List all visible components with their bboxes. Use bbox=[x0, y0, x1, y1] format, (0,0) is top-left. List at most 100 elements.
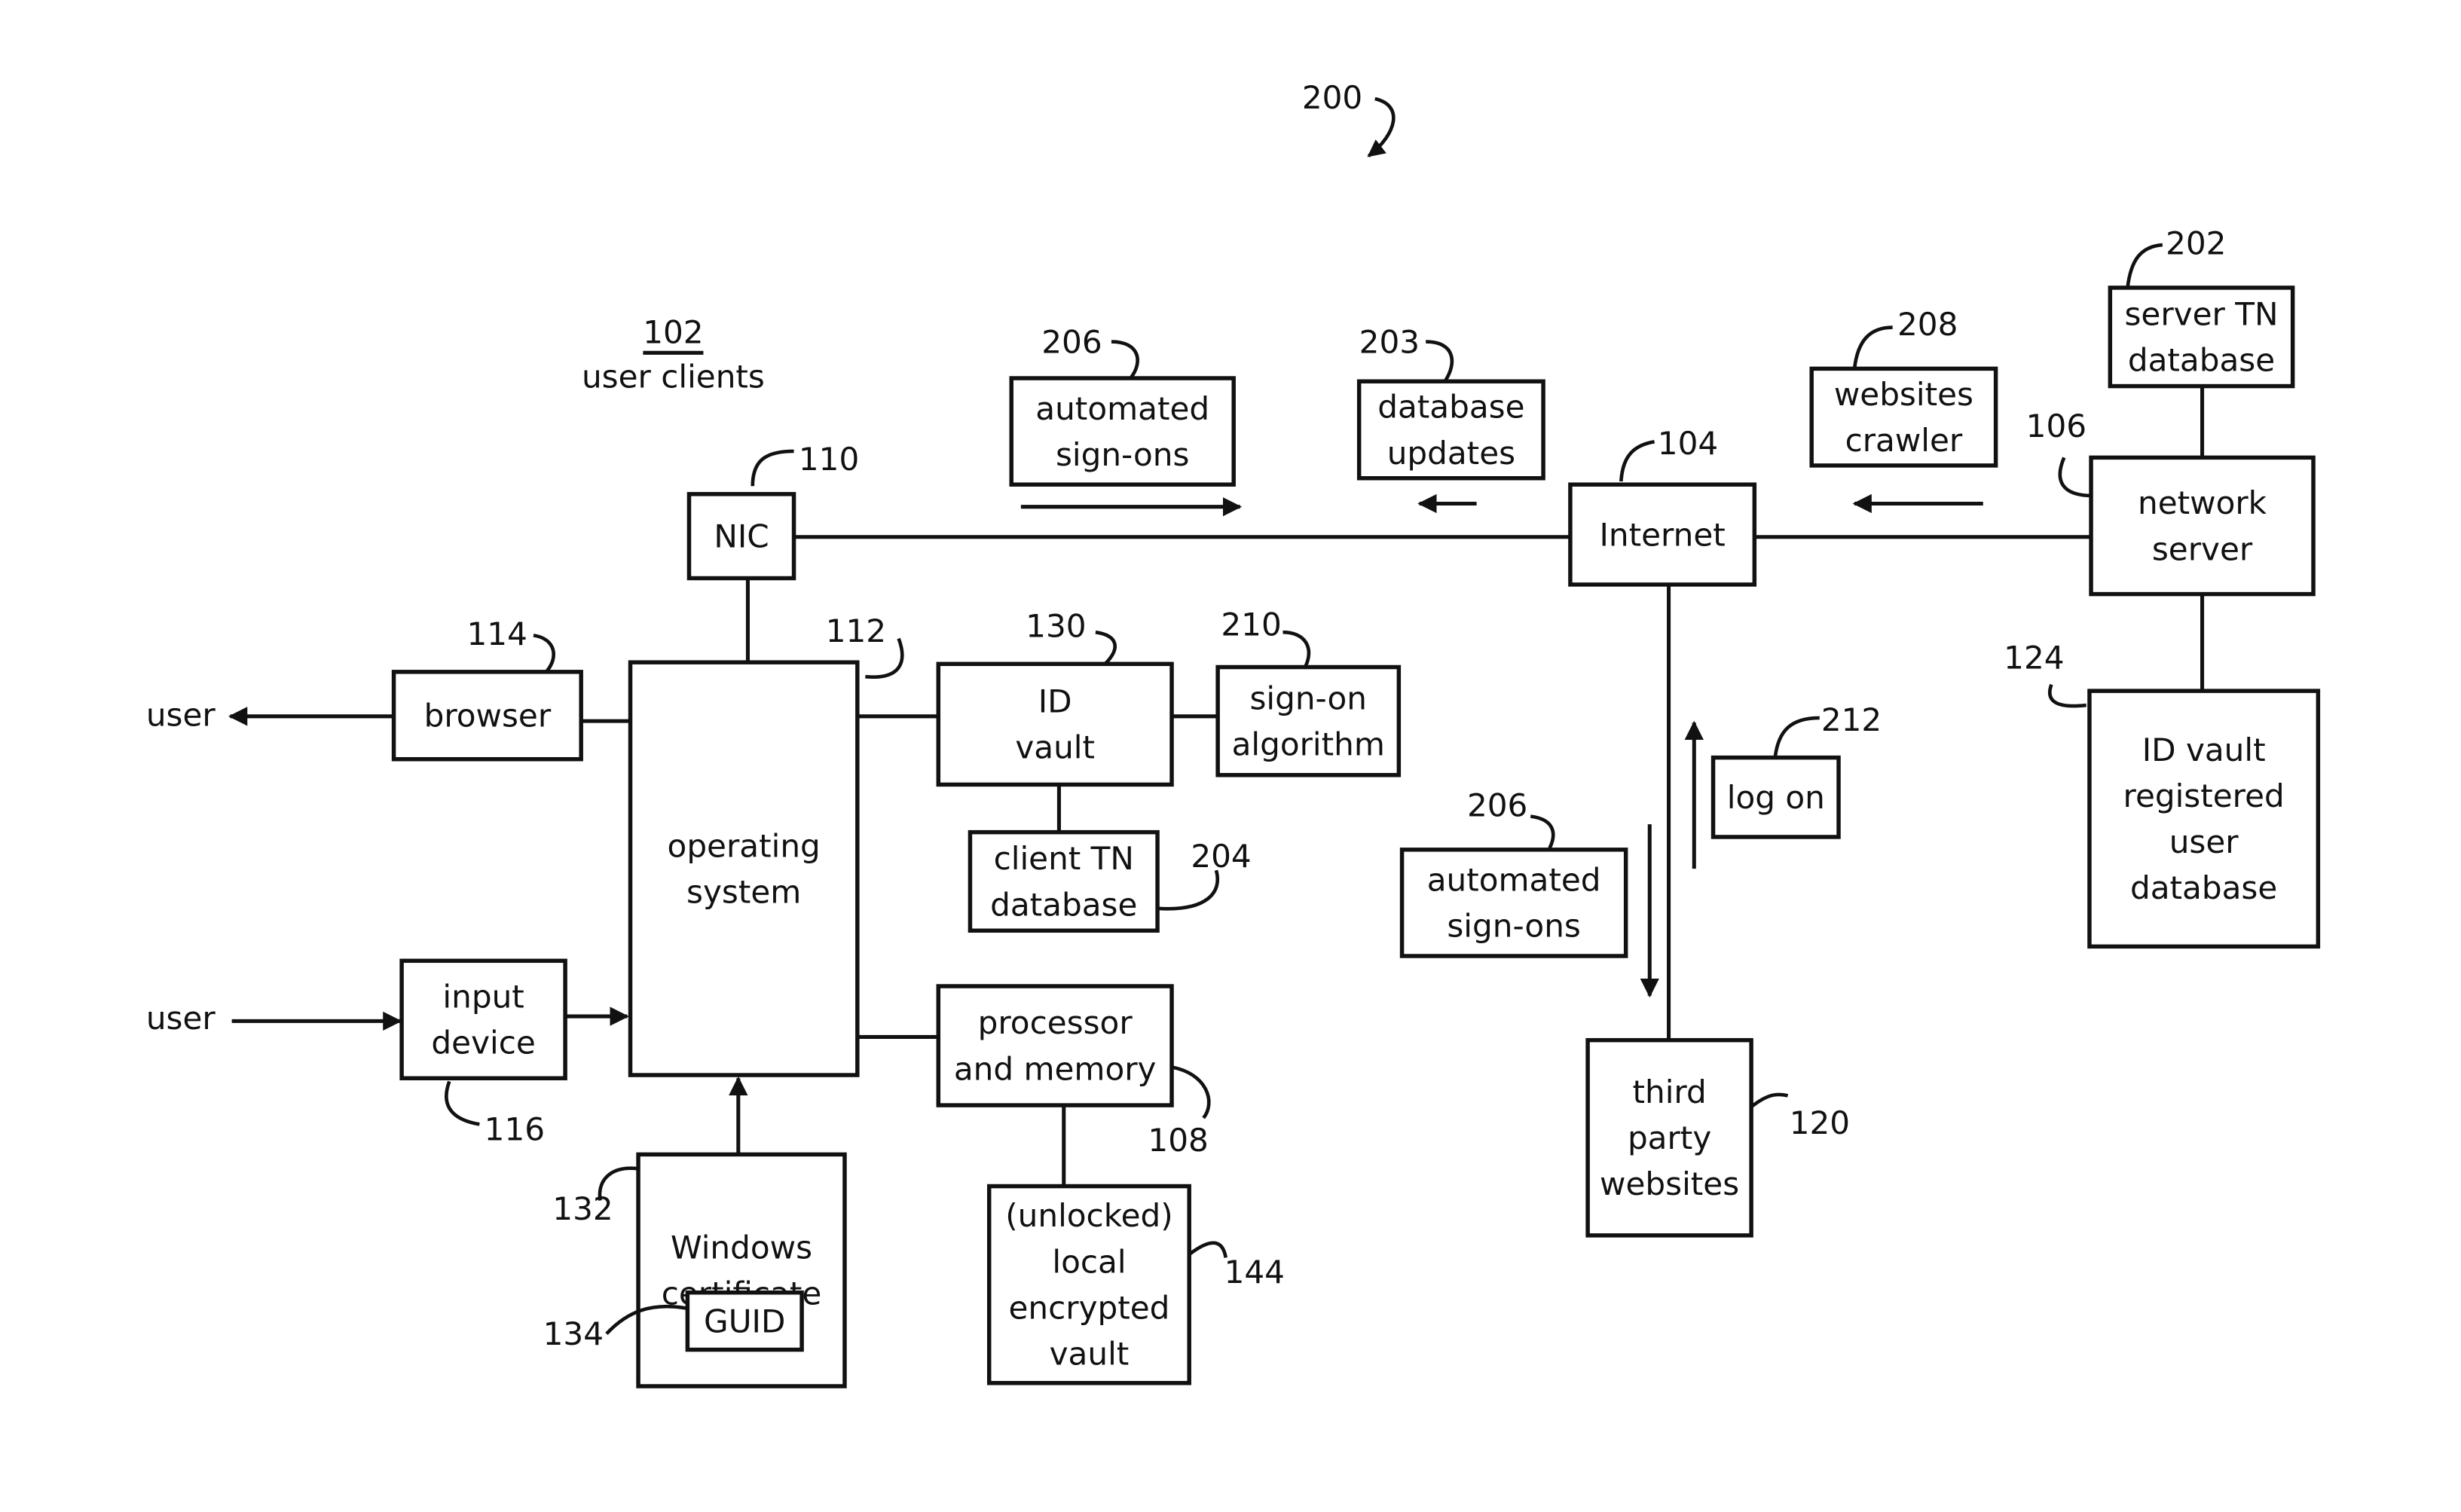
node-box bbox=[936, 661, 1174, 787]
node-label-line: encrypted bbox=[1008, 1289, 1169, 1326]
node-label-line: registered bbox=[2123, 777, 2285, 814]
user-output-label: user bbox=[146, 696, 216, 733]
node-label-line: local bbox=[1052, 1243, 1126, 1280]
reference-leader-line bbox=[1619, 440, 1655, 482]
node-label-line: sign-on bbox=[1249, 680, 1367, 716]
reference-numeral: 114 bbox=[466, 615, 527, 652]
node-label-line: database bbox=[990, 886, 1137, 923]
reference-leader-line bbox=[2126, 243, 2163, 289]
node-nic: NIC 110 bbox=[686, 441, 859, 581]
group-label: user clients bbox=[582, 359, 765, 396]
node-log-on: log on 212 bbox=[1710, 701, 1882, 839]
node-label-line: user bbox=[2169, 823, 2239, 860]
reference-numeral: 212 bbox=[1821, 701, 1882, 738]
group-ref: 102 bbox=[643, 314, 703, 351]
node-label-line: GUID bbox=[704, 1303, 785, 1339]
reference-leader-line bbox=[2047, 683, 2086, 708]
reference-numeral: 203 bbox=[1359, 323, 1420, 360]
node-label-line: third bbox=[1632, 1074, 1706, 1110]
reference-numeral: 116 bbox=[485, 1110, 545, 1147]
reference-leader-line bbox=[1530, 814, 1555, 849]
reference-leader-line bbox=[1282, 630, 1311, 668]
reference-numeral: 210 bbox=[1221, 606, 1281, 643]
node-label-line: automated bbox=[1035, 390, 1209, 427]
reference-leader-line bbox=[751, 449, 794, 487]
node-label-line: crawler bbox=[1845, 422, 1963, 459]
node-label-line: websites bbox=[1600, 1165, 1739, 1202]
reference-leader-line bbox=[445, 1080, 480, 1126]
reference-leader-line bbox=[1852, 325, 1893, 369]
node-websites-crawler: websites crawler 208 bbox=[1809, 306, 1998, 468]
reference-numeral: 134 bbox=[543, 1315, 604, 1352]
reference-leader-line bbox=[1426, 340, 1454, 383]
node-label-line: network bbox=[2138, 484, 2267, 521]
node-id-vault: ID vault 130 bbox=[936, 607, 1174, 787]
reference-leader-line bbox=[1111, 340, 1139, 380]
node-label-line: vault bbox=[1050, 1336, 1130, 1373]
reference-numeral: 130 bbox=[1026, 607, 1086, 644]
reference-numeral: 104 bbox=[1658, 425, 1718, 462]
node-label-line: database bbox=[2130, 869, 2277, 906]
node-box bbox=[2087, 689, 2321, 949]
reference-numeral: 206 bbox=[1041, 323, 1102, 360]
node-browser: browser 114 bbox=[391, 615, 583, 762]
node-label-line: log on bbox=[1727, 779, 1825, 816]
node-client-tn-db: client TN database 204 bbox=[968, 829, 1252, 933]
reference-leader-line bbox=[1188, 1241, 1227, 1258]
node-input-device: input device 116 bbox=[399, 958, 567, 1147]
reference-numeral: 204 bbox=[1191, 838, 1251, 875]
reference-numeral: 108 bbox=[1148, 1122, 1208, 1159]
reference-leader-line bbox=[1171, 1065, 1211, 1119]
node-label-line: updates bbox=[1387, 435, 1515, 472]
node-network-server: network server 106 bbox=[2026, 408, 2316, 597]
node-label-line: algorithm bbox=[1232, 725, 1385, 762]
node-label-line: party bbox=[1628, 1119, 1711, 1156]
reference-leader-line bbox=[1157, 869, 1220, 911]
node-label-line: operating bbox=[668, 827, 821, 864]
node-label-line: vault bbox=[1015, 729, 1095, 766]
reference-numeral: 124 bbox=[2004, 640, 2064, 677]
node-label-line: (unlocked) bbox=[1005, 1197, 1172, 1234]
reference-numeral: 208 bbox=[1897, 306, 1958, 343]
node-server-tn-db: server TN database 202 bbox=[2108, 225, 2295, 389]
node-label-line: input bbox=[442, 978, 524, 1015]
reference-leader-line bbox=[533, 634, 555, 674]
reference-numeral: 206 bbox=[1467, 787, 1527, 824]
node-label-line: NIC bbox=[714, 518, 769, 554]
node-label-line: automated bbox=[1427, 862, 1601, 899]
reference-numeral: 110 bbox=[799, 441, 859, 478]
reference-numeral: 144 bbox=[1224, 1254, 1285, 1291]
node-label-line: and memory bbox=[954, 1050, 1157, 1087]
node-internet: Internet 104 bbox=[1568, 425, 1757, 587]
reference-leader-line bbox=[1750, 1092, 1789, 1108]
node-label-line: ID bbox=[1038, 683, 1072, 720]
node-box bbox=[628, 660, 860, 1077]
reference-numeral: 132 bbox=[552, 1190, 613, 1227]
reference-numeral: 106 bbox=[2026, 408, 2086, 444]
node-label-line: Internet bbox=[1599, 516, 1725, 553]
reference-numeral: 112 bbox=[826, 612, 886, 649]
node-label-line: processor bbox=[978, 1004, 1133, 1041]
node-db-updates: database updates 203 bbox=[1356, 323, 1545, 481]
figure-arrow-icon bbox=[1367, 96, 1396, 157]
node-label-line: device bbox=[431, 1025, 535, 1061]
figure-number: 200 bbox=[1302, 79, 1362, 116]
user-input-label: user bbox=[146, 1000, 216, 1037]
reference-leader-line bbox=[1773, 716, 1820, 758]
node-label-line: database bbox=[2128, 342, 2275, 379]
reference-leader-line bbox=[1095, 630, 1117, 665]
node-label-line: server TN bbox=[2124, 295, 2278, 332]
node-signon-algorithm: sign-on algorithm 210 bbox=[1215, 606, 1402, 777]
node-label-line: client TN bbox=[994, 840, 1134, 877]
node-label-line: websites bbox=[1834, 376, 1973, 413]
reference-numeral: 120 bbox=[1790, 1104, 1850, 1141]
node-id-vault-db: ID vault registered user database 124 bbox=[2004, 640, 2321, 949]
system-diagram: 200 102 user clients user user NIC 110 bro… bbox=[146, 79, 2321, 1388]
node-third-party: third party websites 120 bbox=[1585, 1037, 1850, 1238]
node-local-vault: (unlocked) local encrypted vault 144 bbox=[986, 1184, 1285, 1385]
node-label-line: Windows bbox=[671, 1229, 812, 1266]
reference-leader-line bbox=[2058, 457, 2093, 498]
node-auto-signons-top: automated sign-ons 206 bbox=[1009, 323, 1236, 487]
node-label-line: system bbox=[686, 873, 801, 910]
node-auto-signons-bottom: automated sign-ons 206 bbox=[1399, 787, 1628, 958]
